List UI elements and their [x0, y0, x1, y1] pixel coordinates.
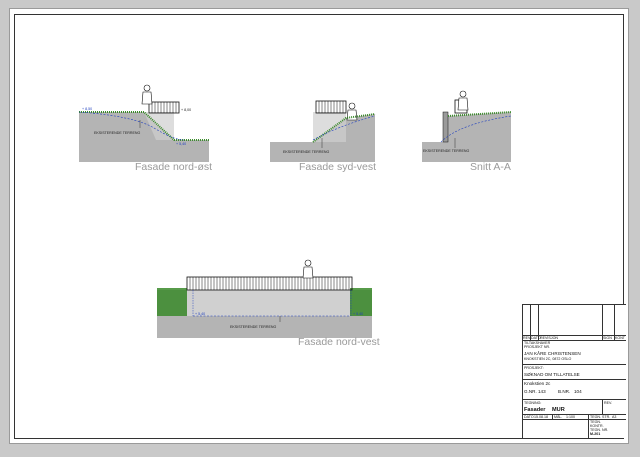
railing-bars [318, 101, 344, 113]
tegn-nr-value: M-201 [590, 432, 601, 436]
malestokk-value: 1:100 [566, 415, 575, 419]
wall-section [442, 111, 449, 143]
owner-address: KNOKSTIEN 2C, 0872 OSLO [524, 357, 572, 361]
level-right: + 8,00 [181, 108, 191, 112]
terrain-label: EKSISTERENDE TERRENG [94, 131, 140, 135]
rev-col-rev: REV. [523, 336, 532, 340]
view-fasade-nord-ost: + 8,50 + 8,00 + 5,40 EKSISTERENDE TERREN… [78, 84, 209, 162]
bnr-label: B.NR. [558, 389, 571, 394]
ground-fill [79, 112, 209, 162]
title-block: REV. DATO REVISJON SIGN KONT TILTAKSHAVE… [522, 304, 626, 438]
dato-value: 15.08.18 [534, 415, 548, 419]
rev-label: REV. [604, 401, 613, 405]
tegn-str-label: TEGN. STR. [590, 415, 611, 419]
wall-body [187, 290, 350, 316]
railing [186, 276, 353, 291]
gnr-label: G.NR. [524, 389, 537, 394]
drawing-title-a: Fasader [524, 407, 546, 413]
person-figure-icon [457, 90, 469, 111]
terrain-label: EKSISTERENDE TERRENG [283, 150, 329, 154]
view-snitt-a-a: EKSISTERENDE TERRENG [422, 90, 512, 162]
rev-col-sign: SIGN [603, 336, 612, 340]
person-figure-icon [141, 84, 153, 105]
caption-snitt-a-a: Snitt A-A [470, 161, 511, 173]
ground-fill [422, 112, 511, 162]
tegn-str-value: A3 [612, 415, 617, 419]
caption-fasade-nord-ost: Fasade nord-øst [135, 161, 213, 173]
address-line: Knokstien 2c [524, 381, 551, 386]
prosjekt-nr-label: PROSJEKT NR. [524, 345, 551, 349]
level-left: + 8,50 [82, 107, 92, 111]
person-figure-icon [302, 259, 314, 279]
view-fasade-nord-vest: + 5,40 + 5,40 EKSISTERENDE TERRENG [157, 259, 372, 338]
prosjekt-name: SØKNAD OM TILLATELSE [524, 372, 580, 377]
view-fasade-syd-vest: EKSISTERENDE TERRENG [270, 100, 376, 162]
bnr-value: 104 [574, 389, 582, 394]
prosjekt-header: PROSJEKT: [524, 366, 544, 370]
malestokk-label: MÅL. [554, 415, 563, 419]
caption-fasade-nord-vest: Fasade nord-vest [298, 336, 380, 348]
tegning-label: TEGNING: [524, 401, 542, 405]
terrain-label: EKSISTERENDE TERRENG [423, 149, 469, 153]
grass-left [157, 288, 187, 316]
terrain-label: EKSISTERENDE TERRENG [230, 325, 276, 329]
level-left: + 5,40 [195, 312, 205, 316]
railing-bars [189, 277, 350, 290]
rev-col-revisjon: REVISJON [540, 336, 558, 340]
level-right: + 5,40 [353, 312, 363, 316]
dato-label: DATO [524, 415, 534, 419]
rev-col-kont: KONT [615, 336, 625, 340]
level-bottom: + 5,40 [176, 142, 186, 146]
caption-fasade-syd-vest: Fasade syd-vest [299, 161, 377, 173]
owner-name: JAN KÅRE CHRISTENSEN [524, 351, 581, 356]
drawing-title-b: MUR [552, 407, 565, 413]
gnr-value: 143 [538, 389, 546, 394]
railing-bars [151, 102, 177, 113]
